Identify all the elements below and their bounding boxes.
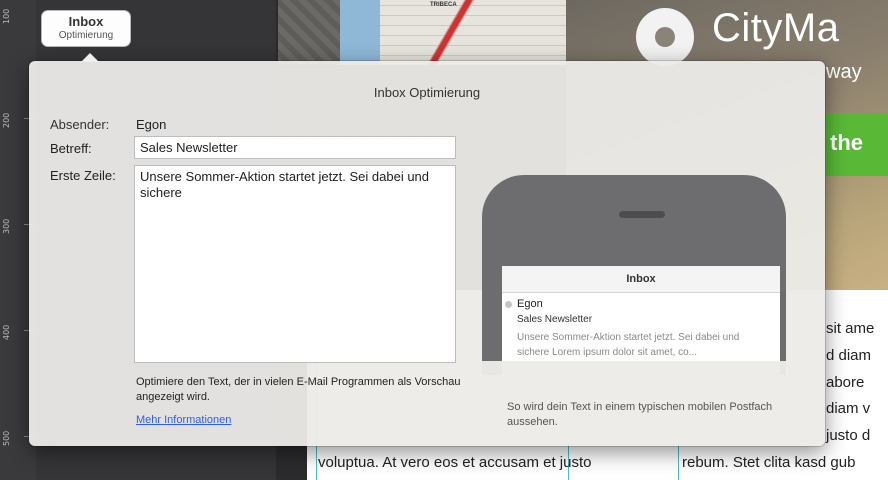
canvas-body-text: voluptua. At vero eos et accusam et just…	[318, 454, 592, 471]
sender-label: Absender:	[50, 117, 110, 132]
canvas-body-text: rebum. Stet clita kasd gub	[682, 454, 856, 471]
phone-inbox-header: Inbox	[502, 266, 780, 293]
popover-pointer	[81, 53, 99, 62]
first-line-textarea[interactable]: Unsere Sommer-Aktion startet jetzt. Sei …	[134, 165, 456, 363]
ruler-label: 500	[2, 430, 11, 446]
more-information-link[interactable]: Mehr Informationen	[136, 414, 231, 426]
inbox-optimization-tab-button[interactable]: Inbox Optimierung	[42, 11, 130, 46]
canvas-body-text: diam v	[826, 400, 871, 417]
ruler-label: 100	[2, 8, 11, 24]
ruler-label: 300	[2, 218, 11, 234]
canvas-body-text: justo d	[826, 427, 871, 444]
preview-caption: So wird dein Text in einem typischen mob…	[507, 401, 773, 428]
canvas-body-text: abore	[826, 374, 865, 391]
subject-input[interactable]	[134, 136, 456, 159]
canvas-body-text: d diam	[826, 347, 872, 364]
first-line-label: Erste Zeile:	[50, 168, 116, 183]
map-water	[340, 0, 380, 65]
unread-dot-icon	[505, 301, 512, 308]
tab-subtitle: Optimierung	[58, 30, 114, 41]
hero-subtitle: way	[826, 61, 862, 83]
hint-text: Optimiere den Text, der in vielen E-Mail…	[136, 376, 461, 403]
phone-speaker-icon	[619, 211, 665, 218]
phone-screen: Inbox Egon Sales Newsletter Unsere Somme…	[502, 266, 780, 375]
hero-band-text: the	[830, 130, 863, 155]
tab-title: Inbox	[68, 14, 104, 29]
ruler-label: 200	[2, 112, 11, 128]
inbox-optimization-popover: Inbox Optimierung Absender: Egon Betreff…	[29, 61, 825, 446]
phone-sender: Egon	[517, 298, 543, 310]
subject-label: Betreff:	[50, 141, 92, 156]
canvas-body-text: sit ame	[826, 320, 875, 337]
popover-title: Inbox Optimierung	[373, 85, 481, 100]
sender-value: Egon	[136, 117, 167, 132]
canvas-image-strip	[278, 0, 340, 65]
mobile-phone-preview: Inbox Egon Sales Newsletter Unsere Somme…	[482, 175, 786, 375]
phone-subject: Sales Newsletter	[517, 314, 593, 325]
phone-preview-text: Unsere Sommer-Aktion startet jetzt. Sei …	[517, 332, 740, 358]
map-label: TRIBECA	[430, 2, 457, 8]
ruler-label: 400	[2, 324, 11, 340]
hero-title: CityMa	[712, 6, 840, 50]
citymap-logo-dot	[655, 27, 675, 47]
